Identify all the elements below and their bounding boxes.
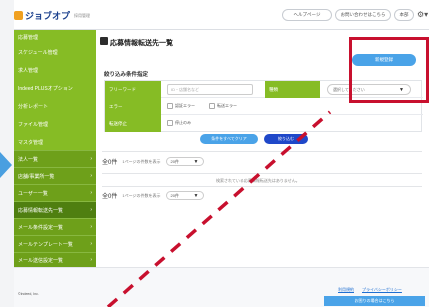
- caret-down-icon: ▼: [193, 192, 199, 199]
- sidebar-item-label: スケジュール管理: [18, 49, 58, 56]
- page-icon: [100, 37, 108, 45]
- page-title: 応募情報転送先一覧: [110, 40, 173, 47]
- sidebar-subitem-label: 応募情報転送先一覧: [18, 207, 64, 214]
- forward-error-checkbox[interactable]: 転送エラー: [209, 103, 237, 109]
- help-label: ヘルプページ: [293, 12, 321, 17]
- copyright: ©Indeed, Inc.: [18, 292, 39, 296]
- filter-row-stop: 転送停止 停止のみ: [105, 115, 423, 132]
- sidebar-item-files[interactable]: ファイル管理: [14, 116, 96, 132]
- result-count-top: 全0件 1ページの件数を表示 20件 ▼: [102, 157, 204, 166]
- sidebar-subitem-label: メール送信設定一覧: [18, 257, 64, 264]
- chevron-right-icon: ›: [90, 207, 92, 213]
- per-page-select[interactable]: 20件 ▼: [165, 191, 204, 200]
- sidebar-subitem-label: メール条件設定一覧: [18, 224, 64, 231]
- stop-label: 転送停止: [105, 115, 161, 132]
- sidebar: 応募管理 スケジュール管理 求人管理 Indeed PLUSオプション 分析レポ…: [14, 30, 96, 267]
- result-count-bottom: 全0件 1ページの件数を表示 20件 ▼: [102, 191, 204, 200]
- app-sub: 採用管理: [74, 12, 91, 18]
- sidebar-item-label: 求人管理: [18, 67, 39, 74]
- arrow-right-icon: [0, 152, 12, 178]
- divider: [102, 151, 422, 152]
- user-menu-button[interactable]: 本部: [394, 9, 414, 21]
- screen: ジョブオプ 採用管理 ヘルプページ お問い合わせはこちら 本部 ⚙▾ 応募管理 …: [0, 0, 429, 307]
- divider: [102, 173, 422, 174]
- search-label: 絞り込む: [278, 136, 294, 141]
- help-faq-button[interactable]: お困りの場合はこちら: [324, 296, 425, 306]
- logo-icon: [14, 11, 23, 20]
- privacy-link[interactable]: プライバシーポリシー: [362, 287, 402, 293]
- per-page-label: 1ページの件数を表示: [122, 158, 161, 164]
- per-page-label: 1ページの件数を表示: [122, 192, 161, 198]
- clear-filters-label: 条件をすべてクリア: [211, 136, 247, 141]
- sidebar-item-reports[interactable]: 分析レポート: [14, 98, 96, 114]
- sidebar-item-label: ファイル管理: [18, 121, 49, 128]
- divider: [102, 186, 422, 187]
- sidebar-item-label: 応募管理: [18, 34, 39, 41]
- footer: ©Indeed, Inc. 利用規約 プライバシーポリシー お困りの場合はこちら: [14, 267, 429, 307]
- sidebar-subitem-label: メールテンプレート一覧: [18, 241, 73, 248]
- chevron-right-icon: ›: [90, 224, 92, 230]
- auth-error-label: 認証エラー: [175, 103, 195, 108]
- app-logo[interactable]: ジョブオプ 採用管理: [14, 9, 90, 22]
- per-page-value: 20件: [170, 192, 179, 198]
- stop-only-checkbox[interactable]: 停止のみ: [167, 120, 191, 126]
- chevron-right-icon: ›: [90, 173, 92, 179]
- sidebar-item-label: Indeed PLUSオプション: [18, 85, 73, 92]
- sidebar-item-applications[interactable]: 応募管理: [14, 30, 96, 44]
- top-bar: ジョブオプ 採用管理 ヘルプページ お問い合わせはこちら 本部 ⚙▾: [14, 0, 429, 30]
- count-text: 全0件: [102, 160, 118, 166]
- checkbox-icon: [167, 103, 173, 109]
- sidebar-subitem-label: 店舗/事業所一覧: [18, 173, 55, 180]
- error-label: エラー: [105, 98, 161, 115]
- chevron-right-icon: ›: [90, 241, 92, 247]
- sidebar-item-schedule[interactable]: スケジュール管理: [14, 44, 96, 60]
- contact-label: お問い合わせはこちら: [340, 12, 386, 17]
- caret-down-icon: ▼: [193, 158, 199, 165]
- app-name: ジョブオプ: [25, 11, 71, 21]
- per-page-value: 20件: [170, 158, 179, 164]
- faq-label: お困りの場合はこちら: [354, 298, 395, 303]
- count-text: 全0件: [102, 194, 118, 200]
- sidebar-subitem-label: 法人一覧: [18, 156, 39, 163]
- clear-filters-button[interactable]: 条件をすべてクリア: [200, 134, 258, 144]
- sidebar-subitem-mail-send[interactable]: メール送信設定一覧 ›: [14, 252, 96, 267]
- type-label: 種類: [265, 81, 320, 98]
- sidebar-item-master[interactable]: マスタ管理: [14, 134, 96, 150]
- sidebar-subitem-forwarding[interactable]: 応募情報転送先一覧 ›: [14, 201, 96, 218]
- highlight-box: [349, 37, 429, 103]
- freeword-label: フリーワード: [105, 81, 161, 98]
- user-label: 本部: [399, 12, 409, 17]
- search-button[interactable]: 絞り込む: [264, 134, 308, 144]
- sidebar-item-label: 分析レポート: [18, 103, 49, 110]
- forward-error-label: 転送エラー: [217, 103, 237, 108]
- contact-button[interactable]: お問い合わせはこちら: [335, 9, 391, 21]
- sidebar-subitem-mail-templates[interactable]: メールテンプレート一覧 ›: [14, 235, 96, 252]
- filter-title: 絞り込み条件指定: [104, 72, 149, 78]
- sidebar-subitem-corporations[interactable]: 法人一覧 ›: [14, 150, 96, 167]
- checkbox-icon: [209, 103, 215, 109]
- chevron-right-icon: ›: [90, 190, 92, 196]
- terms-link[interactable]: 利用規約: [338, 287, 354, 293]
- sidebar-item-jobs[interactable]: 求人管理: [14, 62, 96, 78]
- gear-icon[interactable]: ⚙▾: [417, 8, 429, 21]
- sidebar-item-indeed-plus[interactable]: Indeed PLUSオプション: [14, 80, 96, 96]
- checkbox-icon: [167, 120, 173, 126]
- chevron-right-icon: ›: [90, 156, 92, 162]
- sidebar-subitem-stores[interactable]: 店舗/事業所一覧 ›: [14, 167, 96, 184]
- sidebar-subitem-mail-conditions[interactable]: メール条件設定一覧 ›: [14, 218, 96, 235]
- empty-message: 検索されている応募情報転送先はありません。: [216, 178, 300, 183]
- sidebar-item-label: マスタ管理: [18, 139, 44, 146]
- auth-error-checkbox[interactable]: 認証エラー: [167, 103, 195, 109]
- freeword-placeholder: ID・店舗名など: [171, 86, 199, 92]
- sidebar-subitem-users[interactable]: ユーザー一覧 ›: [14, 184, 96, 201]
- chevron-right-icon: ›: [90, 257, 92, 263]
- sidebar-subitem-label: ユーザー一覧: [18, 190, 48, 197]
- per-page-select[interactable]: 20件 ▼: [165, 157, 204, 166]
- stop-only-label: 停止のみ: [175, 120, 191, 125]
- freeword-input[interactable]: ID・店舗名など: [167, 84, 253, 95]
- help-button[interactable]: ヘルプページ: [282, 9, 332, 21]
